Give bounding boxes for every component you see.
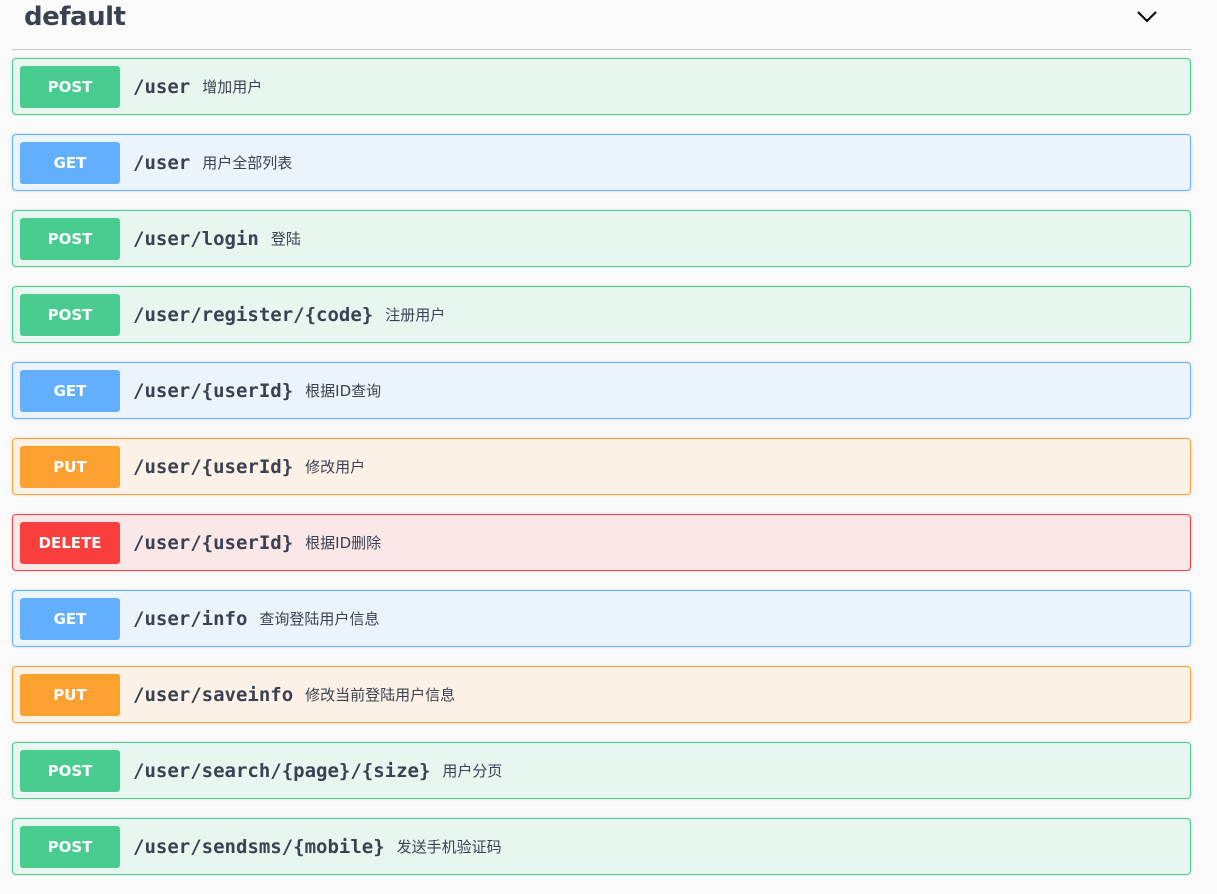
operation-row[interactable]: POST /user/register/{code} 注册用户: [12, 286, 1191, 343]
operation-path: /user: [133, 75, 191, 98]
operation-summary: 登陆: [270, 230, 301, 248]
operation-summary: 查询登陆用户信息: [259, 610, 380, 628]
operation-row[interactable]: GET /user/info 查询登陆用户信息: [12, 590, 1191, 647]
operation-summary: 修改用户: [305, 458, 366, 476]
operation-row[interactable]: DELETE /user/{userId} 根据ID删除: [12, 514, 1191, 571]
operation-row[interactable]: GET /user/{userId} 根据ID查询: [12, 362, 1191, 419]
operation-row[interactable]: PUT /user/{userId} 修改用户: [12, 438, 1191, 495]
method-badge: PUT: [20, 673, 120, 716]
operations-list: POST /user 增加用户 GET /user 用户全部列表 POST /u…: [12, 58, 1191, 894]
operation-path: /user/search/{page}/{size}: [133, 759, 431, 782]
operation-row[interactable]: GET /user 用户全部列表: [12, 134, 1191, 191]
operation-row[interactable]: POST /user/search/{page}/{size} 用户分页: [12, 742, 1191, 799]
method-badge: POST: [20, 293, 120, 336]
operation-summary: 发送手机验证码: [396, 838, 502, 856]
section-header-default[interactable]: default: [12, 0, 1191, 50]
method-badge: GET: [20, 369, 120, 412]
chevron-down-icon[interactable]: [1135, 4, 1159, 28]
operation-path: /user/saveinfo: [133, 683, 294, 706]
operation-row[interactable]: POST /user 增加用户: [12, 58, 1191, 115]
method-badge: PUT: [20, 445, 120, 488]
method-badge: DELETE: [20, 521, 120, 564]
operation-path: /user/{userId}: [133, 455, 294, 478]
operation-path: /user/login: [133, 227, 259, 250]
method-badge: POST: [20, 749, 120, 792]
operation-path: /user/{userId}: [133, 531, 294, 554]
operation-path: /user/register/{code}: [133, 303, 374, 326]
operation-path: /user/{userId}: [133, 379, 294, 402]
method-badge: POST: [20, 217, 120, 260]
method-badge: POST: [20, 825, 120, 868]
method-badge: GET: [20, 597, 120, 640]
operation-summary: 增加用户: [202, 78, 263, 96]
operation-summary: 注册用户: [385, 306, 446, 324]
section-title: default: [24, 2, 126, 32]
operation-row[interactable]: PUT /user/saveinfo 修改当前登陆用户信息: [12, 666, 1191, 723]
method-badge: POST: [20, 65, 120, 108]
method-badge: GET: [20, 141, 120, 184]
operation-summary: 根据ID删除: [305, 534, 382, 552]
operation-path: /user: [133, 151, 191, 174]
operation-row[interactable]: POST /user/sendsms/{mobile} 发送手机验证码: [12, 818, 1191, 875]
operation-path: /user/info: [133, 607, 248, 630]
operation-summary: 用户全部列表: [202, 154, 293, 172]
operation-row[interactable]: POST /user/login 登陆: [12, 210, 1191, 267]
operation-summary: 用户分页: [442, 762, 503, 780]
operation-summary: 根据ID查询: [305, 382, 382, 400]
operation-summary: 修改当前登陆用户信息: [305, 686, 456, 704]
operation-path: /user/sendsms/{mobile}: [133, 835, 385, 858]
